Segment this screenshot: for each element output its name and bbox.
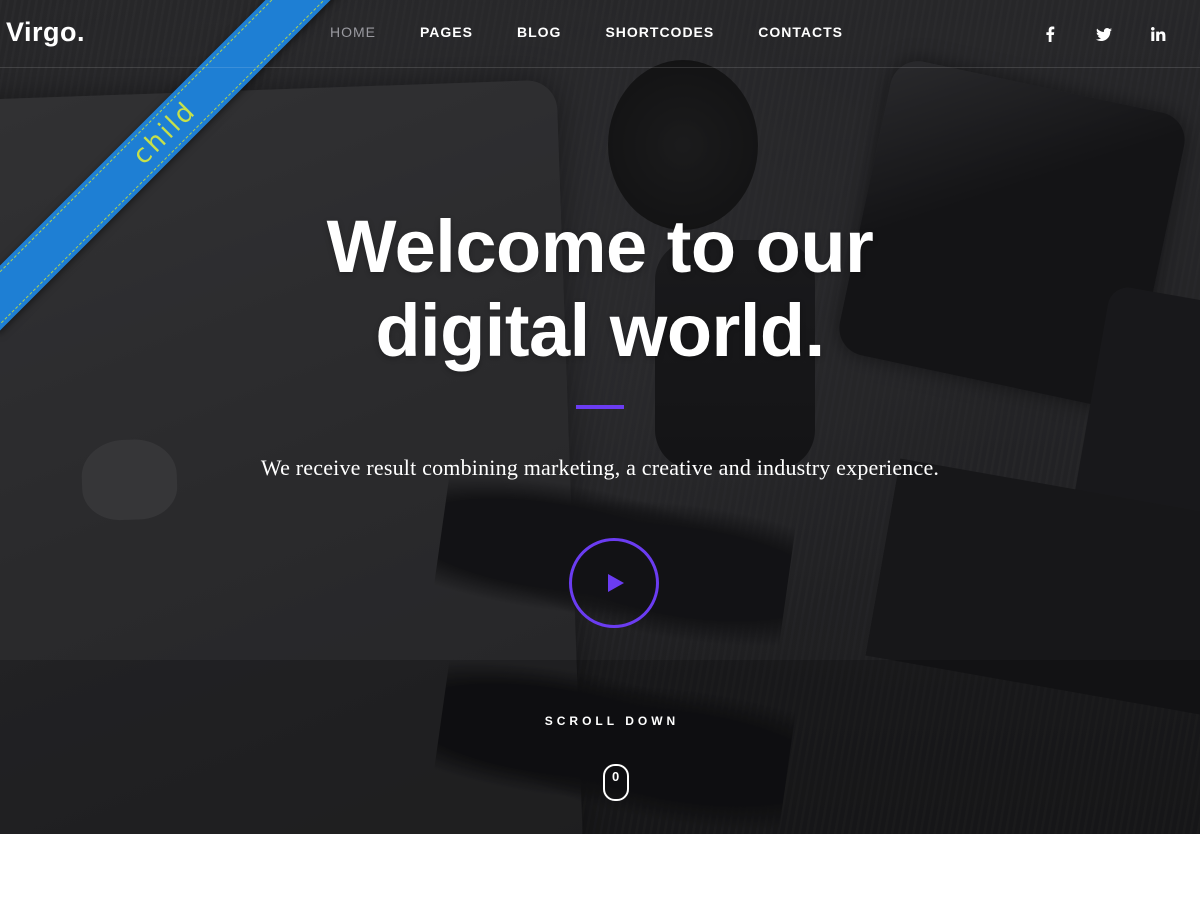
nav-item-home[interactable]: HOME xyxy=(330,24,376,40)
hero-section: child Virgo. HOME PAGES BLOG SHORTCODES … xyxy=(0,0,1200,834)
nav-item-blog[interactable]: BLOG xyxy=(517,24,561,40)
nav-item-pages[interactable]: PAGES xyxy=(420,24,473,40)
headline-line-2: digital world. xyxy=(375,289,825,372)
hero-headline: Welcome to our digital world. xyxy=(0,205,1200,373)
main-nav: HOME PAGES BLOG SHORTCODES CONTACTS xyxy=(330,24,887,40)
hero-bottom-band xyxy=(0,660,1200,834)
play-icon xyxy=(608,574,624,592)
mouse-scroll-icon[interactable]: 0 xyxy=(603,764,629,801)
scroll-down-label[interactable]: SCROLL DOWN xyxy=(0,714,1200,728)
headline-line-1: Welcome to our xyxy=(326,205,874,288)
mouse-wheel: 0 xyxy=(612,769,620,784)
nav-item-shortcodes[interactable]: SHORTCODES xyxy=(605,24,714,40)
hero-content: Welcome to our digital world. We receive… xyxy=(0,205,1200,481)
accent-divider xyxy=(576,405,624,409)
twitter-icon[interactable] xyxy=(1094,24,1114,44)
hero-subtitle: We receive result combining marketing, a… xyxy=(260,455,940,480)
site-logo[interactable]: Virgo. xyxy=(6,17,85,48)
linkedin-icon[interactable] xyxy=(1148,24,1168,44)
site-header: Virgo. HOME PAGES BLOG SHORTCODES CONTAC… xyxy=(0,0,1200,68)
social-links xyxy=(1040,24,1168,44)
nav-item-contacts[interactable]: CONTACTS xyxy=(758,24,843,40)
play-video-button[interactable] xyxy=(569,538,659,628)
facebook-icon[interactable] xyxy=(1040,24,1060,44)
